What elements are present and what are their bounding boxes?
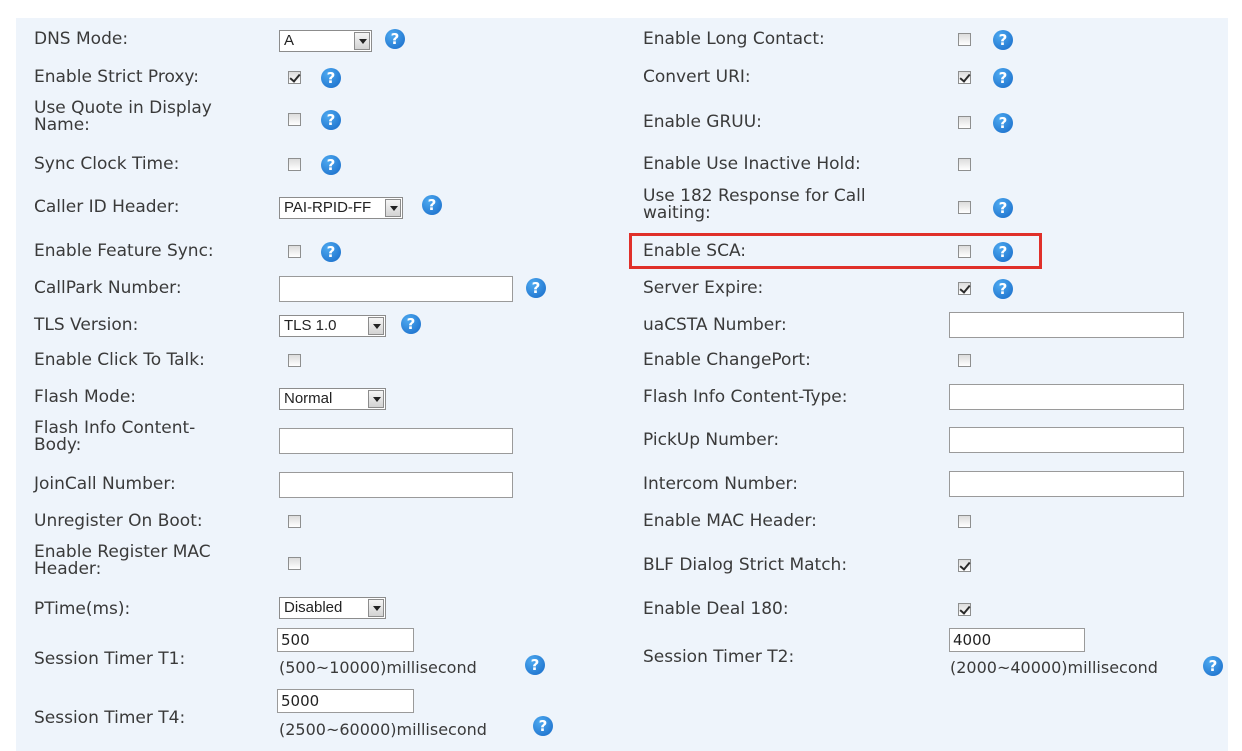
flash-mode-select[interactable]: Normal [279, 388, 386, 410]
label-changeport: Enable ChangePort: [643, 350, 811, 370]
help-icon[interactable]: ? [525, 655, 545, 675]
dns-mode-select[interactable]: A [279, 30, 372, 52]
server-expire-checkbox[interactable] [958, 282, 971, 295]
intercom-input[interactable] [949, 471, 1184, 497]
unregister-boot-checkbox[interactable] [288, 515, 301, 528]
changeport-checkbox[interactable] [958, 354, 971, 367]
joincall-input[interactable] [279, 472, 513, 498]
label-blf-strict: BLF Dialog Strict Match: [643, 555, 848, 575]
label-gruu: Enable GRUU: [643, 112, 762, 132]
label-click-to-talk: Enable Click To Talk: [34, 350, 205, 370]
label-mac-header: Enable MAC Header: [643, 511, 817, 531]
help-icon[interactable]: ? [401, 314, 421, 334]
help-icon[interactable]: ? [422, 195, 442, 215]
help-icon[interactable]: ? [993, 113, 1013, 133]
label-pickup-number: PickUp Number: [643, 430, 780, 450]
label-callpark-number: CallPark Number: [34, 278, 182, 298]
deal180-checkbox[interactable] [958, 603, 971, 616]
label-unregister-boot: Unregister On Boot: [34, 511, 203, 531]
label-joincall-number: JoinCall Number: [34, 474, 176, 494]
label-session-timer-t1: Session Timer T1: [34, 649, 186, 669]
blf-strict-checkbox[interactable] [958, 559, 971, 572]
label-182-response: Use 182 Response for Call waiting: [643, 186, 866, 223]
gruu-checkbox[interactable] [958, 116, 971, 129]
timer-t1-input[interactable]: 500 [277, 628, 414, 652]
timer-t4-input[interactable]: 5000 [277, 689, 414, 713]
timer-t2-input[interactable]: 4000 [949, 628, 1085, 652]
feature-sync-checkbox[interactable] [288, 245, 301, 258]
label-flash-content-type: Flash Info Content-Type: [643, 387, 848, 407]
label-convert-uri: Convert URI: [643, 67, 751, 87]
chevron-down-icon [385, 199, 401, 217]
chevron-down-icon [368, 390, 384, 408]
register-mac-checkbox[interactable] [288, 557, 301, 570]
label-deal-180: Enable Deal 180: [643, 599, 789, 619]
quote-display-checkbox[interactable] [288, 113, 301, 126]
help-icon[interactable]: ? [321, 242, 341, 262]
label-intercom-number: Intercom Number: [643, 474, 798, 494]
label-uacsta-number: uaCSTA Number: [643, 315, 787, 335]
caller-id-select[interactable]: PAI-RPID-FF [279, 197, 403, 219]
pickup-input[interactable] [949, 427, 1184, 453]
help-icon[interactable]: ? [993, 30, 1013, 50]
help-icon[interactable]: ? [533, 716, 553, 736]
help-icon[interactable]: ? [993, 68, 1013, 88]
label-flash-info-body: Flash Info Content-Body: [34, 418, 196, 455]
flash-ctype-input[interactable] [949, 384, 1184, 410]
label-session-timer-t4: Session Timer T4: [34, 708, 186, 728]
label-register-mac: Enable Register MAC Header: [34, 542, 211, 579]
click-to-talk-checkbox[interactable] [288, 354, 301, 367]
label-session-timer-t2: Session Timer T2: [643, 647, 795, 667]
help-icon[interactable]: ? [1203, 656, 1223, 676]
mac-header-checkbox[interactable] [958, 515, 971, 528]
label-server-expire: Server Expire: [643, 278, 764, 298]
label-tls-version: TLS Version: [34, 315, 139, 335]
label-sync-clock: Sync Clock Time: [34, 154, 180, 174]
help-icon[interactable]: ? [993, 279, 1013, 299]
chevron-down-icon [368, 599, 384, 617]
label-feature-sync: Enable Feature Sync: [34, 241, 214, 261]
help-icon[interactable]: ? [526, 278, 546, 298]
help-icon[interactable]: ? [993, 198, 1013, 218]
help-icon[interactable]: ? [321, 155, 341, 175]
timer-t4-hint: (2500~60000)millisecond [279, 720, 487, 739]
flash-body-input[interactable] [279, 428, 513, 454]
resp182-checkbox[interactable] [958, 201, 971, 214]
chevron-down-icon [368, 317, 384, 335]
callpark-input[interactable] [279, 276, 513, 302]
sync-clock-checkbox[interactable] [288, 158, 301, 171]
label-ptime: PTime(ms): [34, 599, 131, 619]
help-icon[interactable]: ? [321, 110, 341, 130]
inactive-hold-checkbox[interactable] [958, 158, 971, 171]
highlight-box [629, 233, 1042, 269]
label-dns-mode: DNS Mode: [34, 29, 129, 49]
timer-t1-hint: (500~10000)millisecond [279, 658, 477, 677]
label-inactive-hold: Enable Use Inactive Hold: [643, 154, 861, 174]
strict-proxy-checkbox[interactable] [288, 71, 301, 84]
timer-t2-hint: (2000~40000)millisecond [950, 658, 1158, 677]
uacsta-input[interactable] [949, 312, 1184, 338]
label-strict-proxy: Enable Strict Proxy: [34, 67, 199, 87]
help-icon[interactable]: ? [321, 68, 341, 88]
label-quote-display-name: Use Quote in Display Name: [34, 98, 212, 135]
convert-uri-checkbox[interactable] [958, 71, 971, 84]
long-contact-checkbox[interactable] [958, 33, 971, 46]
chevron-down-icon [354, 32, 370, 50]
label-flash-mode: Flash Mode: [34, 387, 136, 407]
help-icon[interactable]: ? [385, 29, 405, 49]
label-caller-id-header: Caller ID Header: [34, 197, 180, 217]
ptime-select[interactable]: Disabled [279, 597, 386, 619]
label-long-contact: Enable Long Contact: [643, 29, 825, 49]
tls-version-select[interactable]: TLS 1.0 [279, 315, 386, 337]
